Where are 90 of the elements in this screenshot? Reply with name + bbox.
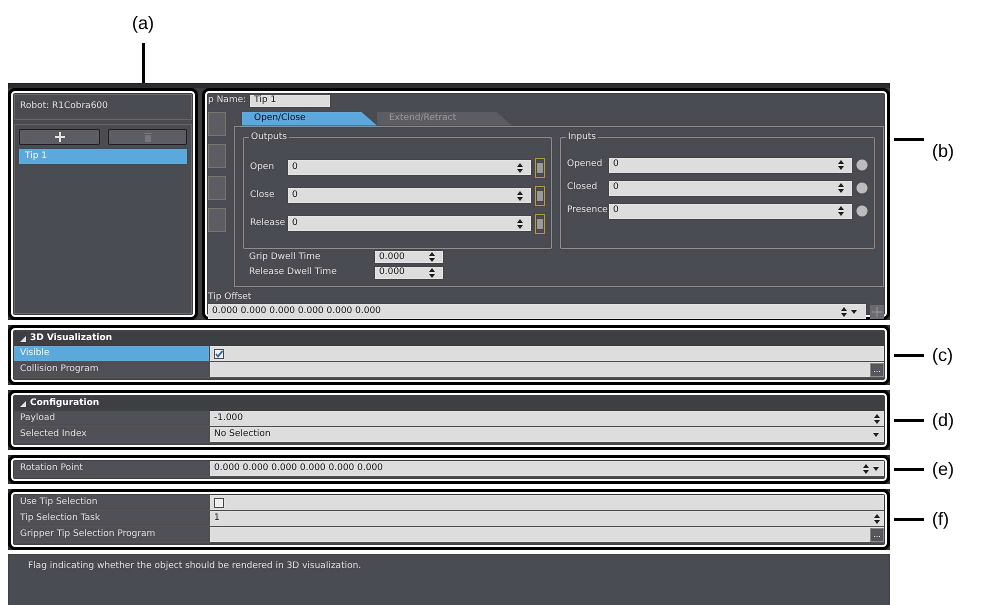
browse-button[interactable]: ... — [870, 528, 884, 542]
value-text: -1.000 — [214, 412, 244, 425]
spin-field[interactable]: 0.000 0.000 0.000 0.000 0.000 0.000 — [208, 304, 866, 319]
led-icon — [856, 205, 868, 217]
callout-label: (e) — [932, 458, 954, 481]
trash-icon — [144, 132, 152, 142]
property-label[interactable]: Rotation Point — [14, 461, 209, 476]
field-value: 0.000 0.000 0.000 0.000 0.000 0.000 — [212, 304, 382, 318]
toggle-icon — [535, 214, 545, 234]
property-value[interactable]: 1 — [209, 511, 884, 526]
led-icon — [856, 182, 868, 194]
field-label: Open — [250, 160, 276, 174]
field-value: 0 — [613, 158, 620, 172]
spin-icon[interactable] — [874, 414, 880, 424]
callout-label: (c) — [932, 344, 953, 367]
toggle-icon — [535, 158, 545, 178]
field-label: Release Dwell Time — [249, 266, 338, 279]
group-title: 3D Visualization — [30, 332, 112, 345]
spin-field[interactable]: 0 — [288, 216, 531, 231]
field-value: 0 — [292, 160, 299, 174]
field-value: 0.000 — [379, 250, 406, 264]
spin-icon[interactable] — [429, 252, 435, 262]
caret-icon[interactable] — [873, 432, 879, 436]
value-text: 1 — [214, 512, 221, 525]
callout-label: (d) — [932, 408, 954, 432]
property-label[interactable]: Tip Selection Task — [14, 511, 209, 526]
spin-icon[interactable] — [517, 218, 523, 228]
property-label[interactable]: Selected Index — [14, 427, 209, 442]
field-label: Closed — [567, 181, 598, 194]
value-text: No Selection — [214, 428, 272, 441]
robot-label: Robot: R1Cobra600 — [14, 94, 192, 120]
spin-icon[interactable] — [517, 162, 523, 172]
spin-icon[interactable] — [838, 183, 844, 193]
field-value: 0 — [292, 216, 299, 230]
spin-icon[interactable] — [838, 160, 844, 170]
field-value: 0 — [292, 188, 299, 202]
callout-label: (f) — [932, 508, 949, 531]
spin-field[interactable]: 0 — [288, 188, 531, 203]
delete-button[interactable] — [108, 128, 187, 144]
property-label[interactable]: Payload — [14, 411, 209, 426]
spin-field[interactable]: 0 — [609, 180, 852, 196]
toggle-icon — [535, 186, 545, 206]
name-label: p Name: — [208, 94, 246, 107]
led-icon — [856, 159, 868, 171]
browse-button[interactable]: ... — [870, 362, 884, 376]
spin-field[interactable]: 0.000 — [375, 251, 443, 264]
tab[interactable]: Open/Close — [242, 112, 377, 126]
callout-label: (b) — [932, 140, 954, 163]
property-label[interactable]: Gripper Tip Selection Program — [14, 527, 209, 542]
property-value[interactable]: -1.000 — [209, 411, 884, 426]
add-button[interactable] — [19, 128, 100, 144]
name-field[interactable]: Tip 1 — [250, 94, 330, 107]
field-label: Release — [250, 216, 284, 230]
spin-icon[interactable] — [838, 206, 844, 216]
group-title: Outputs — [249, 130, 289, 144]
collapse-icon — [20, 336, 26, 342]
property-value[interactable]: No Selection — [209, 427, 884, 442]
field-label: Close — [250, 188, 276, 202]
value-text: 0.000 0.000 0.000 0.000 0.000 0.000 — [214, 462, 384, 475]
collapse-icon — [20, 400, 26, 406]
property-label[interactable]: Collision Program — [14, 362, 209, 377]
field-label: Grip Dwell Time — [249, 250, 322, 264]
spin-icon[interactable] — [874, 514, 880, 524]
property-value[interactable]: 0.000 0.000 0.000 0.000 0.000 0.000 — [209, 461, 884, 476]
spin-icon[interactable] — [429, 268, 435, 278]
spin-icon[interactable] — [863, 464, 869, 474]
description-text: Flag indicating whether the object should be rendered in 3D visualization. — [28, 561, 362, 571]
group-title: Configuration — [30, 396, 100, 410]
spin-field[interactable]: 0 — [609, 204, 852, 218]
spin-field[interactable]: 0 — [609, 158, 852, 172]
field-value: 0.000 — [379, 266, 406, 279]
checkbox-icon[interactable] — [214, 498, 224, 508]
field-value: 0 — [613, 204, 620, 218]
field-label: Opened — [567, 158, 604, 172]
caret-icon[interactable] — [873, 466, 879, 470]
checkbox-icon[interactable] — [214, 348, 224, 358]
spin-icon[interactable] — [841, 306, 847, 316]
property-label[interactable]: Use Tip Selection — [14, 495, 209, 510]
caret-icon[interactable] — [851, 310, 857, 314]
spin-field[interactable]: 0 — [288, 160, 531, 175]
field-label: Presence — [567, 204, 605, 218]
property-value[interactable]: ... — [209, 527, 884, 542]
plus-icon — [54, 132, 64, 142]
callout-label: (a) — [132, 12, 154, 35]
group-title: Inputs — [566, 130, 598, 144]
property-value[interactable]: ... — [209, 362, 884, 377]
group-title: Tip Offset — [208, 292, 252, 302]
field-value: 0 — [613, 181, 620, 194]
spin-field[interactable]: 0.000 — [375, 266, 443, 279]
spin-icon[interactable] — [517, 190, 523, 200]
